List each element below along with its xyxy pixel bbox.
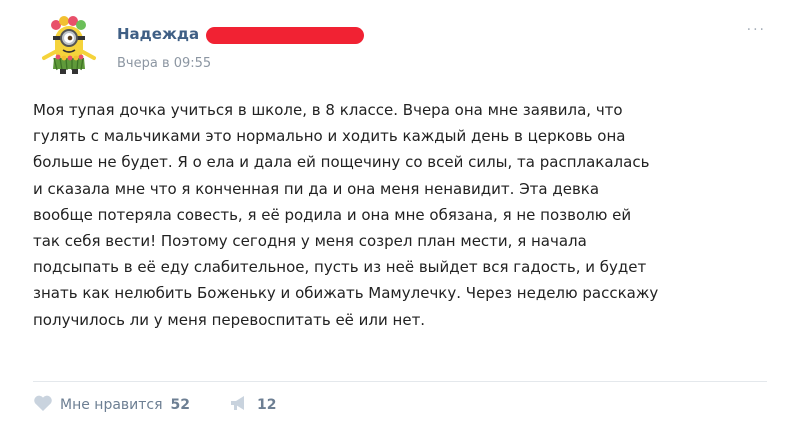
post-text-line: и сказала мне что я конченная пи да и он… xyxy=(33,179,600,198)
post-timestamp[interactable]: Вчера в 09:55 xyxy=(117,56,211,71)
redacted-surname-mark xyxy=(206,27,364,44)
like-count: 52 xyxy=(170,397,191,413)
megaphone-icon xyxy=(229,394,249,416)
share-button[interactable]: 12 xyxy=(229,394,276,416)
post-text-line: Моя тупая дочка учиться в школе, в 8 кла… xyxy=(33,101,623,119)
heart-icon xyxy=(33,394,53,416)
post-text-line: больше не будет. Я о ела и дала ей пощеч… xyxy=(33,153,650,172)
post-text-line: вообще потеряла совесть, я её родила и о… xyxy=(33,205,632,224)
author-name[interactable]: Надежда xyxy=(117,25,199,43)
wall-post: Надежда Вчера в 09:55 ··· Моя тупая дочк… xyxy=(0,0,800,437)
post-options-button[interactable]: ··· xyxy=(747,22,766,38)
post-text-line: так себя вести! Поэтому сегодня у меня с… xyxy=(33,232,587,251)
author-avatar[interactable] xyxy=(38,14,100,76)
like-label: Мне нравится xyxy=(60,397,163,413)
post-text-line: гулять с мальчиками это нормально и ходи… xyxy=(33,127,626,146)
post-text-line: подсыпать в её еду слабительное, пусть и… xyxy=(33,258,647,277)
post-text-line: знать как нелюбить Боженьку и обижать Ма… xyxy=(33,284,659,303)
like-button[interactable]: Мне нравится 52 xyxy=(33,394,190,416)
post-text-line: получилось ли у меня перевоспитать её ил… xyxy=(33,310,426,329)
share-count: 12 xyxy=(257,397,277,413)
post-text: Моя тупая дочка учиться в школе, в 8 кла… xyxy=(33,97,778,333)
post-divider xyxy=(33,381,767,382)
minion-avatar-image xyxy=(42,16,96,74)
